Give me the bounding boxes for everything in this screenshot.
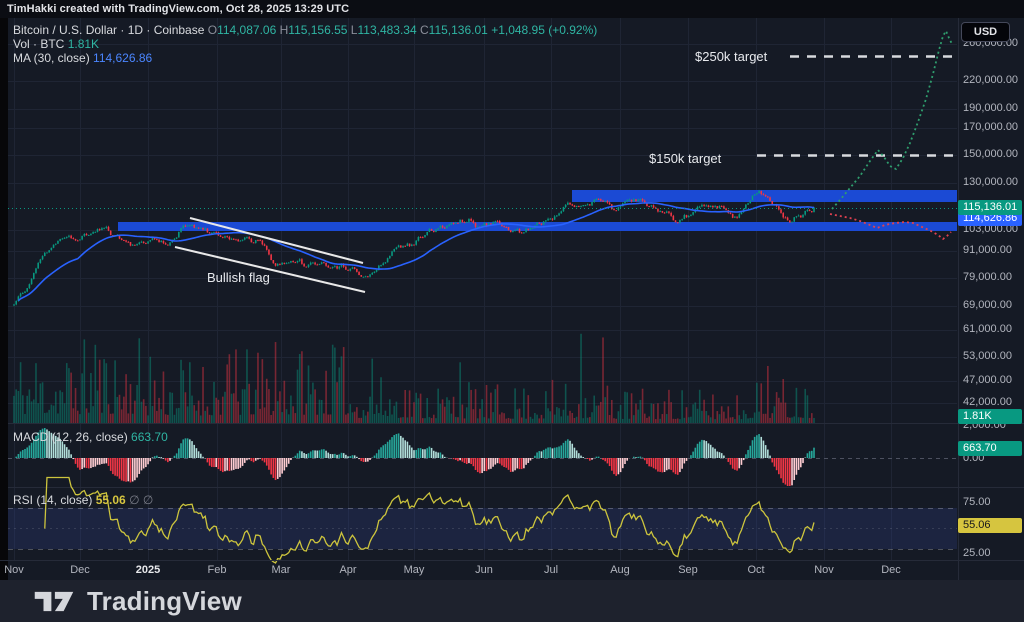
rsi-legend[interactable]: RSI (14, close) 55.06 ∅ ∅ [13, 493, 153, 507]
footer-bar: TradingView [0, 580, 1024, 622]
time-axis-month-label: Oct [747, 564, 764, 576]
ma-legend[interactable]: MA (30, close) 114,626.86 [13, 51, 152, 65]
axis-tick-label: 53,000.00 [963, 350, 1012, 362]
tradingview-brand-text: TradingView [87, 586, 242, 617]
volume-legend[interactable]: Vol · BTC 1.81K [13, 37, 99, 51]
time-axis-month-label: Dec [881, 564, 901, 576]
time-axis-border [0, 560, 1024, 561]
currency-toggle-button[interactable]: USD [961, 22, 1010, 42]
volume-label: Vol · BTC [13, 37, 64, 51]
axis-tick-label: 190,000.00 [963, 102, 1018, 114]
macd-badge: 663.70 [958, 441, 1022, 456]
time-axis-month-label: May [404, 564, 425, 576]
rsi-hidden-plots-icon: ∅ ∅ [129, 493, 153, 507]
time-axis-month-label: Feb [208, 564, 227, 576]
macd-label: MACD (12, 26, close) [13, 430, 128, 444]
volume-value: 1.81K [68, 37, 99, 51]
close-value: 115,136.01 [429, 23, 488, 37]
axis-tick-label: 150,000.00 [963, 148, 1018, 160]
low-value: 113,483.34 [357, 23, 416, 37]
time-axis-month-label: Mar [272, 564, 291, 576]
time-axis-month-label: Nov [814, 564, 834, 576]
tradingview-chart-window: TimHakki created with TradingView.com, O… [0, 0, 1024, 622]
macd-legend[interactable]: MACD (12, 26, close) 663.70 [13, 430, 168, 444]
rsi-value: 55.06 [96, 493, 126, 507]
axis-tick-label: 42,000.00 [963, 396, 1012, 408]
target-250k-label[interactable]: $250k target [695, 49, 767, 64]
high-label: H [280, 23, 289, 37]
high-value: 115,156.55 [288, 23, 347, 37]
rsi-label: RSI (14, close) [13, 493, 92, 507]
change-value: +1,048.95 (+0.92%) [491, 23, 597, 37]
time-axis-month-label: Jun [475, 564, 493, 576]
axis-tick-label: 130,000.00 [963, 176, 1018, 188]
ma-label: MA (30, close) [13, 51, 90, 65]
axis-tick-label: 25.00 [963, 547, 991, 559]
time-axis-month-label: Nov [4, 564, 24, 576]
symbol-legend[interactable]: Bitcoin / U.S. Dollar · 1D · Coinbase O1… [13, 23, 597, 37]
axis-tick-label: 61,000.00 [963, 323, 1012, 335]
time-axis-month-label: Dec [70, 564, 90, 576]
open-label: O [208, 23, 217, 37]
axis-tick-label: 75.00 [963, 496, 991, 508]
axis-tick-label: 220,000.00 [963, 74, 1018, 86]
ma-value: 114,626.86 [93, 51, 152, 65]
time-axis-month-label: Sep [678, 564, 698, 576]
rsi-badge: 55.06 [958, 518, 1022, 533]
left-edge-strip [0, 18, 8, 580]
close-label: C [420, 23, 429, 37]
time-axis-month-label: 2025 [136, 564, 160, 576]
open-value: 114,087.06 [217, 23, 276, 37]
axis-tick-label: 79,000.00 [963, 271, 1012, 283]
tradingview-logo-icon[interactable] [33, 588, 75, 615]
axis-tick-label: 91,000.00 [963, 244, 1012, 256]
time-axis-month-label: Jul [544, 564, 558, 576]
time-axis-month-label: Aug [610, 564, 630, 576]
target-150k-label[interactable]: $150k target [649, 151, 721, 166]
axis-tick-label: 69,000.00 [963, 299, 1012, 311]
macd-value: 663.70 [131, 430, 168, 444]
time-axis-month-label: Apr [339, 564, 356, 576]
last-price-badge: 115,136.01 [958, 200, 1022, 215]
price-chart-canvas[interactable] [0, 0, 1024, 622]
volume-badge: 1.81K [958, 409, 1022, 424]
symbol-title: Bitcoin / U.S. Dollar · 1D · Coinbase [13, 23, 204, 37]
bullish-flag-label[interactable]: Bullish flag [207, 270, 270, 285]
axis-tick-label: 47,000.00 [963, 374, 1012, 386]
price-axis-border [958, 18, 959, 580]
axis-tick-label: 170,000.00 [963, 121, 1018, 133]
